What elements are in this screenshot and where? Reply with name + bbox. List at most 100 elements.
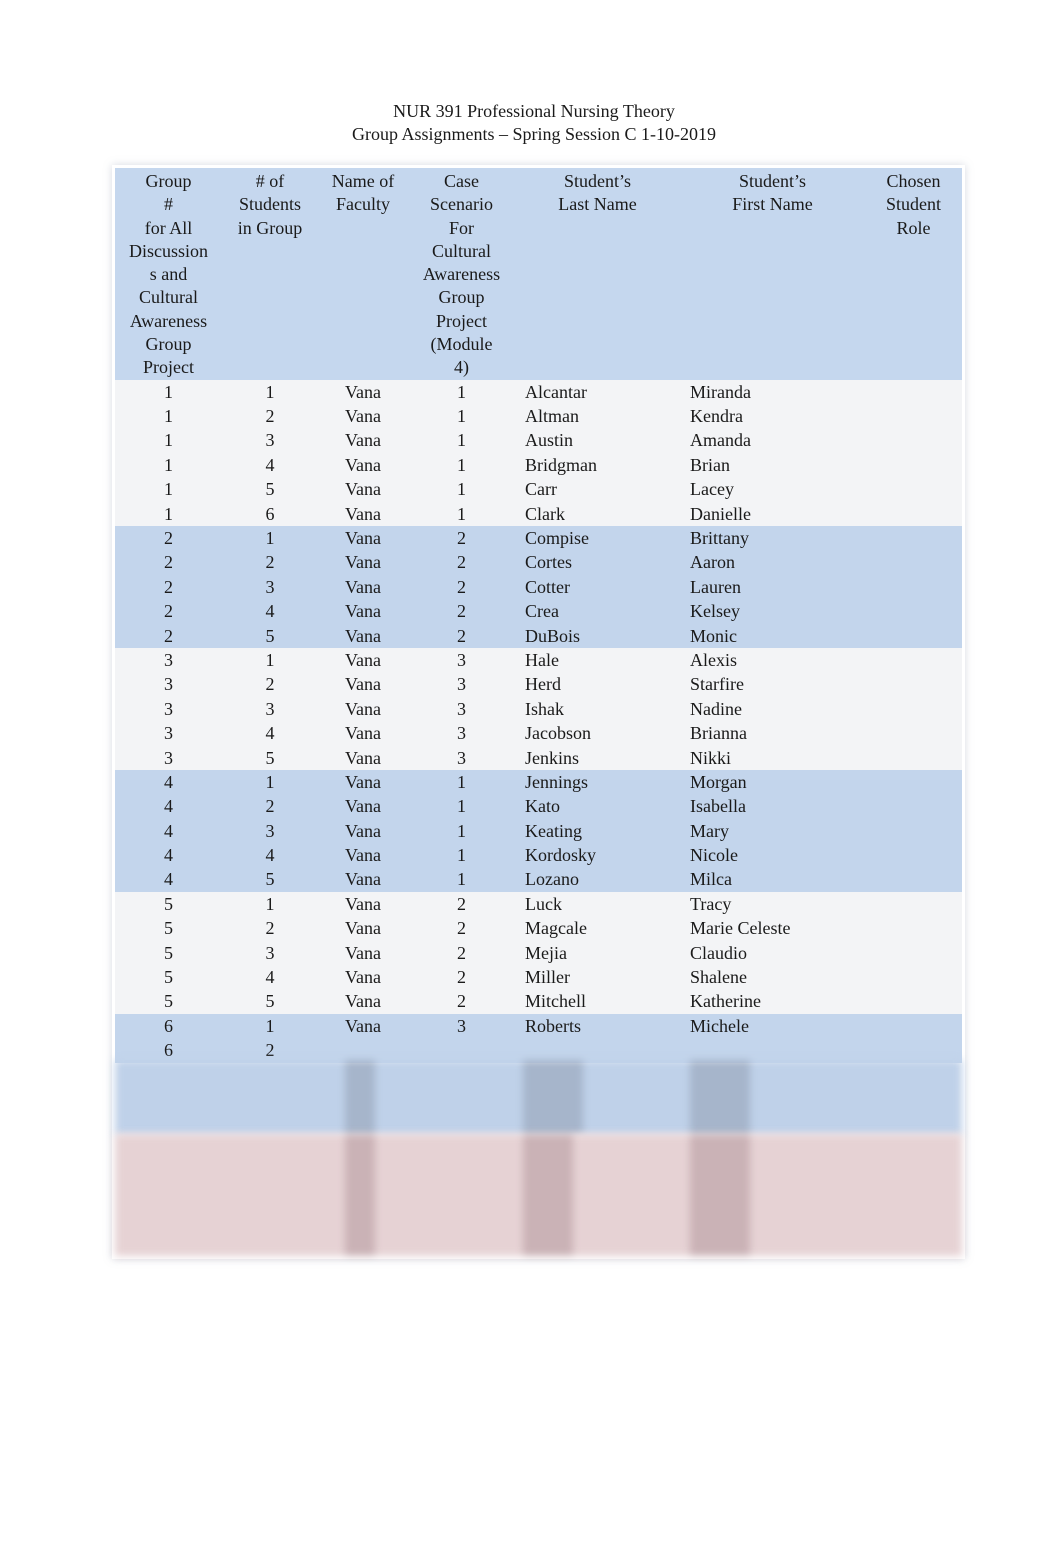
cell-case-scenario: 2 xyxy=(408,891,515,917)
cell-first-name: Katherine xyxy=(680,989,865,1014)
cell-student-number: 1 xyxy=(222,891,318,917)
header-text-line: 4) xyxy=(454,357,469,378)
cell-case-scenario: 3 xyxy=(408,647,515,673)
title-line-1: NUR 391 Professional Nursing Theory xyxy=(393,101,675,121)
cell-faculty: Vana xyxy=(318,916,408,941)
header-text-line: s and xyxy=(149,264,188,285)
cell-student-role xyxy=(865,696,962,722)
cell-last-name: Jacobson xyxy=(515,721,680,746)
header-text-line: Project xyxy=(143,357,194,378)
table-row: 5 1 Vana 2 Luck Tracy xyxy=(115,891,962,917)
cell-case-scenario: 2 xyxy=(408,526,515,551)
table-row: 5 3 Vana 2 Mejia Claudio xyxy=(115,940,962,966)
header-row: Group # for All Discussion s and Cultural Awar… xyxy=(115,168,962,380)
cell-last-name: Cortes xyxy=(515,550,680,575)
cell-student-number: 1 xyxy=(222,1013,318,1039)
table-row: 1 6 Vana 1 Clark Danielle xyxy=(115,501,962,527)
cell-group: 1 xyxy=(115,477,222,502)
table-row: 4 5 Vana 1 Lozano Milca xyxy=(115,867,962,892)
cell-first-name: Lauren xyxy=(680,574,865,600)
cell-student-role xyxy=(865,404,962,429)
cell-case-scenario: 3 xyxy=(408,745,515,770)
cell-case-scenario: 1 xyxy=(408,477,515,502)
cell-faculty: Vana xyxy=(318,794,408,819)
header-text-line: Scenario xyxy=(430,194,493,215)
cell-group: 1 xyxy=(115,428,222,453)
header-text-line: Student’s xyxy=(563,171,631,191)
cell-student-number: 2 xyxy=(222,916,318,941)
cell-group: 1 xyxy=(115,501,222,527)
cell-first-name: Danielle xyxy=(680,501,865,527)
cell-student-role xyxy=(865,940,962,966)
cell-last-name: Miller xyxy=(515,965,680,990)
cell-case-scenario: 2 xyxy=(408,965,515,990)
cell-student-role xyxy=(865,1038,962,1063)
cell-student-number: 3 xyxy=(222,428,318,453)
table-row: 4 1 Vana 1 Jennings Morgan xyxy=(115,769,962,795)
cell-first-name xyxy=(680,1038,865,1063)
cell-group: 1 xyxy=(115,452,222,478)
cell-student-number: 3 xyxy=(222,574,318,600)
cell-student-role xyxy=(865,501,962,527)
cell-case-scenario: 1 xyxy=(408,428,515,453)
cell-group: 4 xyxy=(115,818,222,844)
cell-case-scenario: 3 xyxy=(408,1013,515,1039)
cell-group: 1 xyxy=(115,404,222,429)
cell-student-role xyxy=(865,550,962,575)
cell-student-role xyxy=(865,672,962,697)
cell-group: 3 xyxy=(115,721,222,746)
cell-last-name: Magcale xyxy=(515,916,680,941)
table-row: 62 xyxy=(115,1038,962,1063)
header-text-line: # xyxy=(164,194,173,215)
group-assignments-table-container: Group # for All Discussion s and Cultural Awar… xyxy=(115,168,962,1063)
cell-last-name: Alcantar xyxy=(515,379,680,405)
cell-student-number: 4 xyxy=(222,965,318,990)
cell-faculty: Vana xyxy=(318,428,408,453)
cell-student-number: 3 xyxy=(222,818,318,844)
cell-group: 4 xyxy=(115,843,222,868)
cell-first-name: Monic xyxy=(680,623,865,648)
table-row: 5 4 Vana 2 Miller Shalene xyxy=(115,965,962,990)
table-row: 2 3 Vana 2 Cotter Lauren xyxy=(115,574,962,600)
cell-group: 3 xyxy=(115,647,222,673)
table-row: 4 4 Vana 1 Kordosky Nicole xyxy=(115,843,962,868)
cell-group: 5 xyxy=(115,965,222,990)
header-text-line: Students xyxy=(238,194,301,215)
cell-first-name: Kendra xyxy=(680,404,865,429)
header-text-line: Last Name xyxy=(558,194,637,215)
table-row: 1 3 Vana 1 Austin Amanda xyxy=(115,428,962,453)
header-first-name: Student’s First Name xyxy=(680,168,865,380)
cell-student-role xyxy=(865,794,962,819)
cell-faculty: Vana xyxy=(318,404,408,429)
cell-student-number: 1 xyxy=(222,379,318,405)
cell-student-number: 2 xyxy=(222,404,318,429)
cell-case-scenario: 2 xyxy=(408,623,515,648)
header-text-line: Group xyxy=(438,287,485,308)
cell-first-name: Lacey xyxy=(680,477,865,502)
cell-last-name xyxy=(515,1038,680,1063)
cell-faculty: Vana xyxy=(318,989,408,1014)
header-text-line: for All xyxy=(144,217,193,238)
cell-student-role xyxy=(865,965,962,990)
table-row: 3 5 Vana 3 Jenkins Nikki xyxy=(115,745,962,770)
cell-student-number: 3 xyxy=(222,696,318,722)
cell-case-scenario: 1 xyxy=(408,404,515,429)
cell-student-number: 5 xyxy=(222,623,318,648)
cell-group: 1 xyxy=(115,379,222,405)
cell-first-name: Kelsey xyxy=(680,599,865,624)
cell-first-name: Michele xyxy=(680,1013,865,1039)
cell-last-name: Clark xyxy=(515,501,680,527)
table-row: 1 2 Vana 1 Altman Kendra xyxy=(115,404,962,429)
cell-group: 4 xyxy=(115,794,222,819)
cell-case-scenario: 2 xyxy=(408,599,515,624)
cell-group: 5 xyxy=(115,916,222,941)
header-text-line: (Module xyxy=(430,334,493,355)
cell-student-role xyxy=(865,843,962,868)
cell-student-number: 3 xyxy=(222,940,318,966)
cell-group: 5 xyxy=(115,940,222,966)
header-students-in-group: # of Students in Group xyxy=(222,168,318,380)
cell-faculty: Vana xyxy=(318,769,408,795)
cell-student-number: 2 xyxy=(222,1038,318,1063)
cell-last-name: Mitchell xyxy=(515,989,680,1014)
table-row: 3 1 Vana 3 Hale Alexis xyxy=(115,647,962,673)
